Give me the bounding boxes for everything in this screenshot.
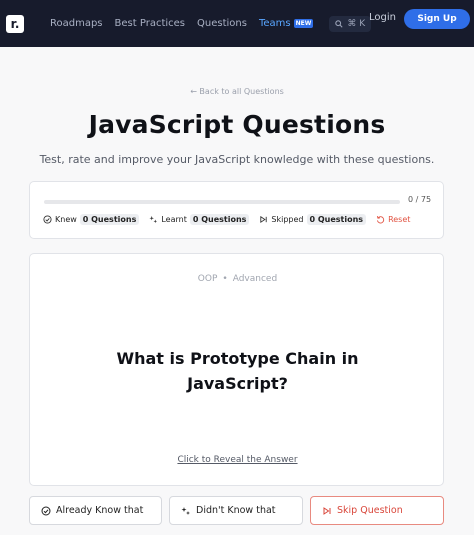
sparkles-icon	[181, 506, 190, 515]
stat-knew-count: 0 Questions	[79, 214, 140, 225]
didnt-know-button[interactable]: Didn't Know that	[169, 496, 303, 525]
progress-count: 0 / 75	[408, 195, 432, 204]
search-button[interactable]: ⌘ K	[329, 15, 372, 32]
sparkles-icon	[149, 215, 158, 224]
nav-link-roadmaps[interactable]: Roadmaps	[50, 18, 103, 29]
signup-button[interactable]: Sign Up	[404, 9, 470, 29]
page-title: JavaScript Questions	[88, 110, 386, 139]
question-level: Advanced	[232, 274, 278, 284]
nav-link-best-practices[interactable]: Best Practices	[115, 18, 185, 29]
nav-link-teams[interactable]: Teams NEW	[258, 18, 314, 29]
skip-question-label: Skip Question	[337, 505, 403, 516]
stat-learnt-count: 0 Questions	[189, 214, 250, 225]
nav-links: Roadmaps Best Practices Questions Teams …	[50, 15, 372, 32]
already-know-button[interactable]: Already Know that	[29, 496, 162, 525]
check-circle-icon	[41, 506, 51, 515]
rotate-ccw-icon	[376, 216, 385, 224]
new-badge: NEW	[293, 19, 314, 28]
meta-separator: •	[222, 274, 228, 284]
stat-knew-label: Knew	[55, 215, 77, 224]
stat-learnt: Learnt 0 Questions	[149, 214, 250, 225]
back-to-questions-link[interactable]: ← Back to all Questions	[0, 87, 474, 96]
reset-label: Reset	[388, 215, 411, 224]
nav-teams-label: Teams	[258, 18, 291, 29]
progress-bar	[44, 200, 400, 204]
question-text: What is Prototype Chain in JavaScript?	[116, 349, 359, 393]
question-category: OOP	[197, 274, 218, 284]
skip-forward-icon	[260, 215, 268, 224]
login-link[interactable]: Login	[369, 12, 396, 23]
skip-forward-icon	[323, 506, 331, 515]
already-know-label: Already Know that	[56, 505, 144, 516]
reveal-answer-link[interactable]: Click to Reveal the Answer	[30, 455, 445, 465]
question-card: OOP • Advanced What is Prototype Chain in …	[29, 253, 444, 486]
stat-learnt-label: Learnt	[161, 215, 187, 224]
reset-button[interactable]: Reset	[376, 215, 410, 224]
stat-skipped: Skipped 0 Questions	[259, 214, 367, 225]
progress-card: 0 / 75 Knew 0 Questions Learnt 0 Questio…	[29, 181, 444, 239]
logo-text: r.	[10, 16, 20, 31]
stat-skipped-count: 0 Questions	[306, 214, 367, 225]
nav-link-questions[interactable]: Questions	[197, 18, 247, 29]
question-meta: OOP • Advanced	[30, 274, 445, 284]
check-circle-icon	[43, 215, 52, 224]
skip-question-button[interactable]: Skip Question	[310, 496, 444, 525]
page-subtitle: Test, rate and improve your JavaScript k…	[39, 153, 435, 166]
roadmap-logo-icon[interactable]: r.	[6, 14, 24, 33]
search-icon	[335, 19, 343, 28]
stat-skipped-label: Skipped	[271, 215, 304, 224]
search-shortcut: ⌘ K	[347, 18, 366, 29]
top-navbar: r. Roadmaps Best Practices Questions Tea…	[0, 0, 474, 47]
stat-knew: Knew 0 Questions	[43, 214, 140, 225]
didnt-know-label: Didn't Know that	[196, 505, 276, 516]
progress-stats: Knew 0 Questions Learnt 0 Questions Skip…	[43, 214, 410, 225]
